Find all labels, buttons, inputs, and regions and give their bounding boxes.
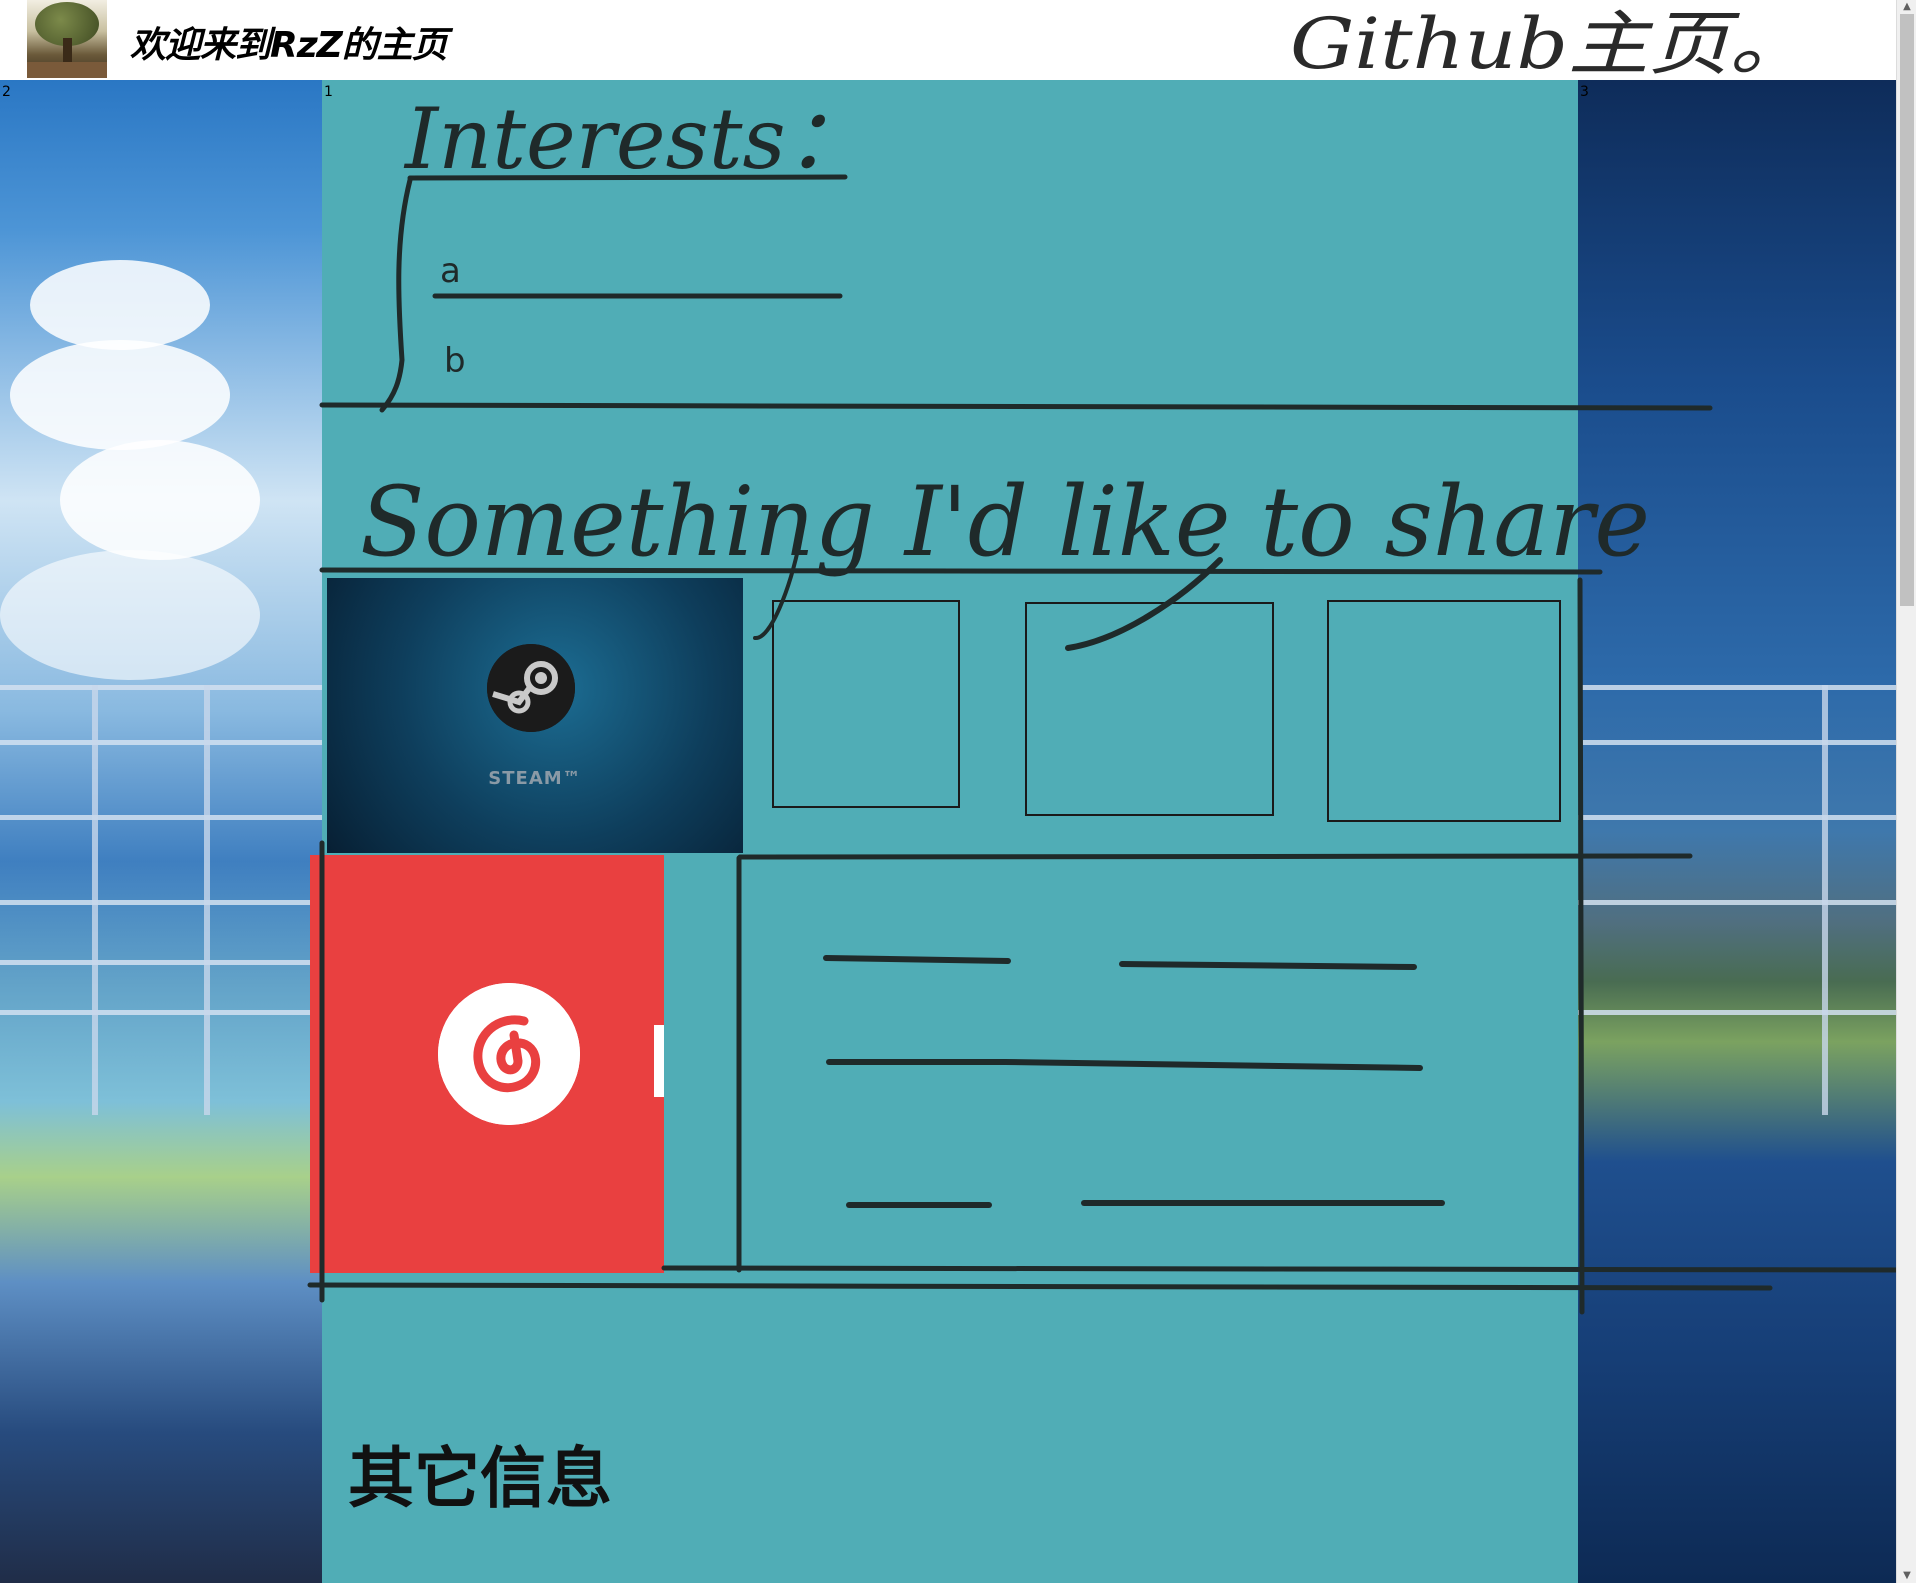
interest-marker-b: b <box>444 341 466 381</box>
divider-line <box>307 1282 1773 1291</box>
scroll-down-icon[interactable]: ▼ <box>1897 1569 1916 1583</box>
divider-line <box>737 853 1693 860</box>
ink-stroke <box>823 955 1011 964</box>
interest-marker-a: a <box>440 251 461 291</box>
ink-stroke <box>1119 961 1417 970</box>
bracket-line <box>379 177 413 413</box>
divider-line <box>319 402 1713 411</box>
scroll-thumb[interactable] <box>1900 14 1914 606</box>
scroll-up-icon[interactable]: ▲ <box>1897 0 1916 14</box>
github-link: Github主页。 <box>1290 3 1810 85</box>
ink-stroke <box>1002 1059 1423 1071</box>
divider-line <box>1577 577 1585 1315</box>
share-heading: Something I'd like to share <box>360 466 1650 578</box>
sketch-ink-layer: Interests： a b Something I'd like to sha… <box>307 3 1916 1315</box>
divider-line <box>661 1265 1916 1273</box>
interests-heading: Interests： <box>403 90 870 188</box>
page-scrollbar[interactable]: ▲ ▼ <box>1896 0 1916 1583</box>
